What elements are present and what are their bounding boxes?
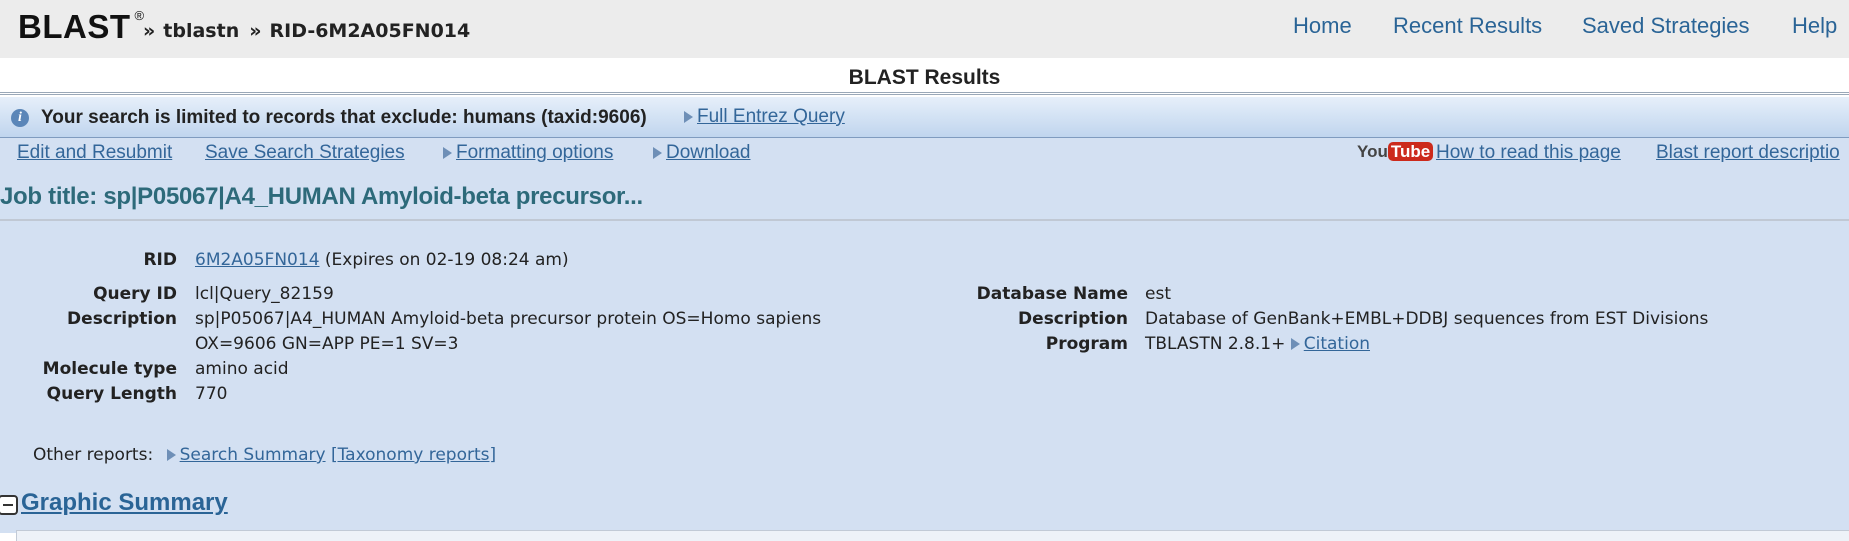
program-name: TBLASTN 2.8.1+ (1145, 334, 1286, 354)
formatting-options-link: Formatting options (443, 142, 613, 164)
description-line-2: OX=9606 GN=APP PE=1 SV=3 (195, 334, 459, 354)
triangle-right-icon (653, 146, 662, 159)
triangle-right-icon (1290, 338, 1300, 350)
info-icon: i (11, 109, 29, 127)
download-button[interactable]: Download (666, 142, 751, 163)
description-label: Description (67, 309, 177, 329)
query-id-label: Query ID (93, 284, 177, 304)
results-title: BLAST Results (848, 66, 1001, 89)
youtube-tube-text: Tube (1387, 142, 1434, 161)
taxonomy-reports-link[interactable]: [Taxonomy reports] (331, 445, 496, 465)
breadcrumb-program[interactable]: tblastn (163, 20, 239, 42)
full-entrez-query-link[interactable]: Full Entrez Query (697, 106, 845, 127)
other-reports-label: Other reports: (33, 445, 154, 465)
results-panel: i Your search is limited to records that… (0, 97, 1849, 541)
blast-logo[interactable]: BLAST ® (18, 8, 145, 46)
query-length-value: 770 (195, 384, 228, 404)
edit-resubmit-link: Edit and Resubmit (17, 142, 172, 164)
molecule-type-value: amino acid (195, 359, 289, 379)
nav-home[interactable]: Home (1293, 13, 1352, 39)
report-description-link: Blast report descriptio (1656, 142, 1840, 164)
triangle-right-icon (166, 449, 176, 461)
description-line-1: sp|P05067|A4_HUMAN Amyloid-beta precurso… (195, 309, 822, 329)
db-description-value: Database of GenBank+EMBL+DDBJ sequences … (1145, 309, 1709, 329)
db-description-label: Description (1018, 309, 1128, 329)
edit-resubmit-button[interactable]: Edit and Resubmit (17, 142, 172, 163)
how-to-read-link: How to read this page (1436, 142, 1621, 164)
formatting-options-button[interactable]: Formatting options (456, 142, 613, 163)
search-summary-link[interactable]: Search Summary (180, 445, 326, 465)
how-to-read-button[interactable]: How to read this page (1436, 142, 1621, 163)
results-title-bar: BLAST Results (0, 58, 1849, 95)
triangle-right-icon (684, 110, 693, 123)
search-limit-notice: i Your search is limited to records that… (0, 97, 1849, 138)
program-value: TBLASTN 2.8.1+ Citation (1145, 334, 1370, 354)
database-name-value: est (1145, 284, 1171, 304)
nav-saved-strategies[interactable]: Saved Strategies (1582, 13, 1750, 39)
rid-expires: (Expires on 02-19 08:24 am) (324, 250, 569, 270)
breadcrumb: » tblastn » RID-6M2A05FN014 (143, 20, 470, 42)
breadcrumb-rid: RID-6M2A05FN014 (269, 20, 471, 42)
logo-text: BLAST (18, 8, 131, 45)
database-name-label: Database Name (976, 284, 1128, 304)
breadcrumb-separator: » (143, 20, 156, 42)
full-entrez-query: Full Entrez Query (684, 106, 845, 128)
breadcrumb-separator: » (249, 20, 262, 42)
save-strategies-button[interactable]: Save Search Strategies (205, 142, 405, 163)
molecule-type-label: Molecule type (42, 359, 177, 379)
report-description-button[interactable]: Blast report descriptio (1656, 142, 1840, 163)
save-strategies-link: Save Search Strategies (205, 142, 405, 164)
top-header: BLAST ® » tblastn » RID-6M2A05FN014 Home Rec… (0, 0, 1849, 58)
collapse-icon[interactable] (0, 495, 18, 515)
query-length-label: Query Length (46, 384, 177, 404)
graphic-summary-box (16, 530, 1849, 541)
youtube-you-text: You (1357, 142, 1388, 161)
youtube-icon[interactable]: You Tube (1357, 142, 1434, 166)
rid-label: RID (143, 250, 177, 270)
rid-link[interactable]: 6M2A05FN014 (195, 250, 320, 270)
graphic-summary-link[interactable]: Graphic Summary (21, 489, 228, 517)
divider (0, 219, 1849, 221)
notice-text: Your search is limited to records that e… (41, 107, 647, 128)
rid-value: 6M2A05FN014 (Expires on 02-19 08:24 am) (195, 250, 569, 270)
citation-link[interactable]: Citation (1304, 334, 1370, 354)
triangle-right-icon (443, 146, 452, 159)
download-link: Download (653, 142, 751, 164)
job-title: Job title: sp|P05067|A4_HUMAN Amyloid-be… (0, 183, 643, 210)
nav-recent-results[interactable]: Recent Results (1393, 13, 1542, 39)
nav-help[interactable]: Help (1792, 13, 1837, 39)
query-id-value: lcl|Query_82159 (195, 284, 334, 304)
other-reports: Other reports: Search Summary [Taxonomy … (33, 445, 496, 465)
program-label: Program (1045, 334, 1128, 354)
